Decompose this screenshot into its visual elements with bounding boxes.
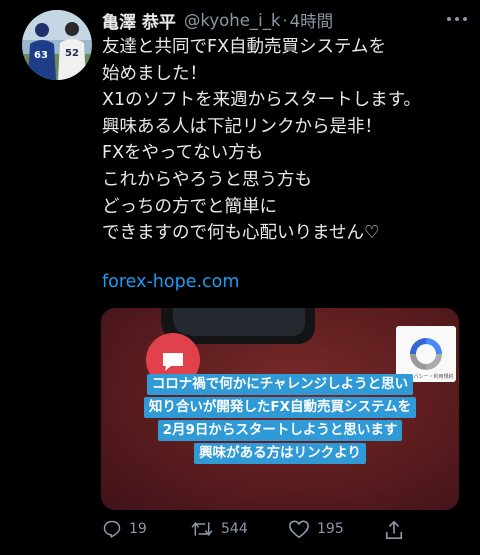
tweet-line: どっちの方でと簡単に bbox=[102, 196, 277, 217]
tweet-header: 亀澤 恭平 @kyohe_i_k · 4時間 bbox=[102, 7, 460, 33]
retweet-button[interactable]: 544 bbox=[190, 519, 248, 539]
tweet-timestamp[interactable]: 4時間 bbox=[290, 8, 334, 32]
avatar-number-right: 52 bbox=[65, 48, 79, 59]
subtitle-line: 知り合いが開発したFX自動売買システムを bbox=[143, 397, 417, 418]
retweet-count: 544 bbox=[221, 521, 248, 537]
video-subtitles: コロナ禍で何かにチャレンジしようと思い 知り合いが開発したFX自動売買システムを… bbox=[101, 374, 459, 464]
retweet-icon bbox=[191, 521, 213, 537]
avatar[interactable]: 63 52 bbox=[22, 10, 92, 80]
subtitle-line: コロナ禍で何かにチャレンジしようと思い bbox=[146, 374, 414, 395]
avatar-number-left: 63 bbox=[34, 50, 48, 61]
tweet-line: X1のソフトを来週からスタートします。 bbox=[102, 90, 421, 111]
reply-icon bbox=[103, 520, 121, 538]
tweet-text: 友達と共同でFX自動売買システムを 始めました！ X1のソフトを来週からスタート… bbox=[102, 34, 470, 247]
subtitle-line: 2月9日からスタートしようと思います bbox=[157, 420, 403, 441]
tweet-line: 興味ある人は下記リンクから是非！ bbox=[102, 116, 382, 137]
tweet-line: 友達と共同でFX自動売買システムを bbox=[102, 37, 387, 57]
share-button[interactable] bbox=[384, 519, 404, 541]
avatar-photo: 63 52 bbox=[22, 10, 92, 80]
like-count: 195 bbox=[317, 521, 344, 537]
reply-count: 19 bbox=[129, 521, 147, 537]
tweet-line: FXをやってない方も bbox=[102, 143, 264, 164]
tweet-link[interactable]: forex-hope.com bbox=[102, 272, 239, 292]
tweet-line: 始めました！ bbox=[102, 63, 207, 84]
share-icon bbox=[385, 520, 403, 539]
tweet-line: これからやろうと思う方も bbox=[102, 169, 312, 190]
action-bar: 19 544 195 bbox=[102, 519, 432, 545]
heart-icon bbox=[289, 520, 309, 538]
reply-button[interactable]: 19 bbox=[102, 519, 147, 539]
display-name[interactable]: 亀澤 恭平 bbox=[102, 8, 176, 33]
subtitle-line: 興味がある方はリンクより bbox=[194, 443, 366, 464]
tweet-line: できますので何も心配いりません♡ bbox=[102, 223, 380, 244]
separator-dot: · bbox=[282, 10, 288, 30]
more-dots-icon[interactable] bbox=[442, 6, 472, 32]
video-card[interactable]: プライバシー・利用規約 コロナ禍で何かにチャレンジしようと思い 知り合いが開発し… bbox=[101, 308, 459, 510]
like-button[interactable]: 195 bbox=[288, 519, 344, 539]
user-handle[interactable]: @kyohe_i_k bbox=[184, 11, 281, 30]
